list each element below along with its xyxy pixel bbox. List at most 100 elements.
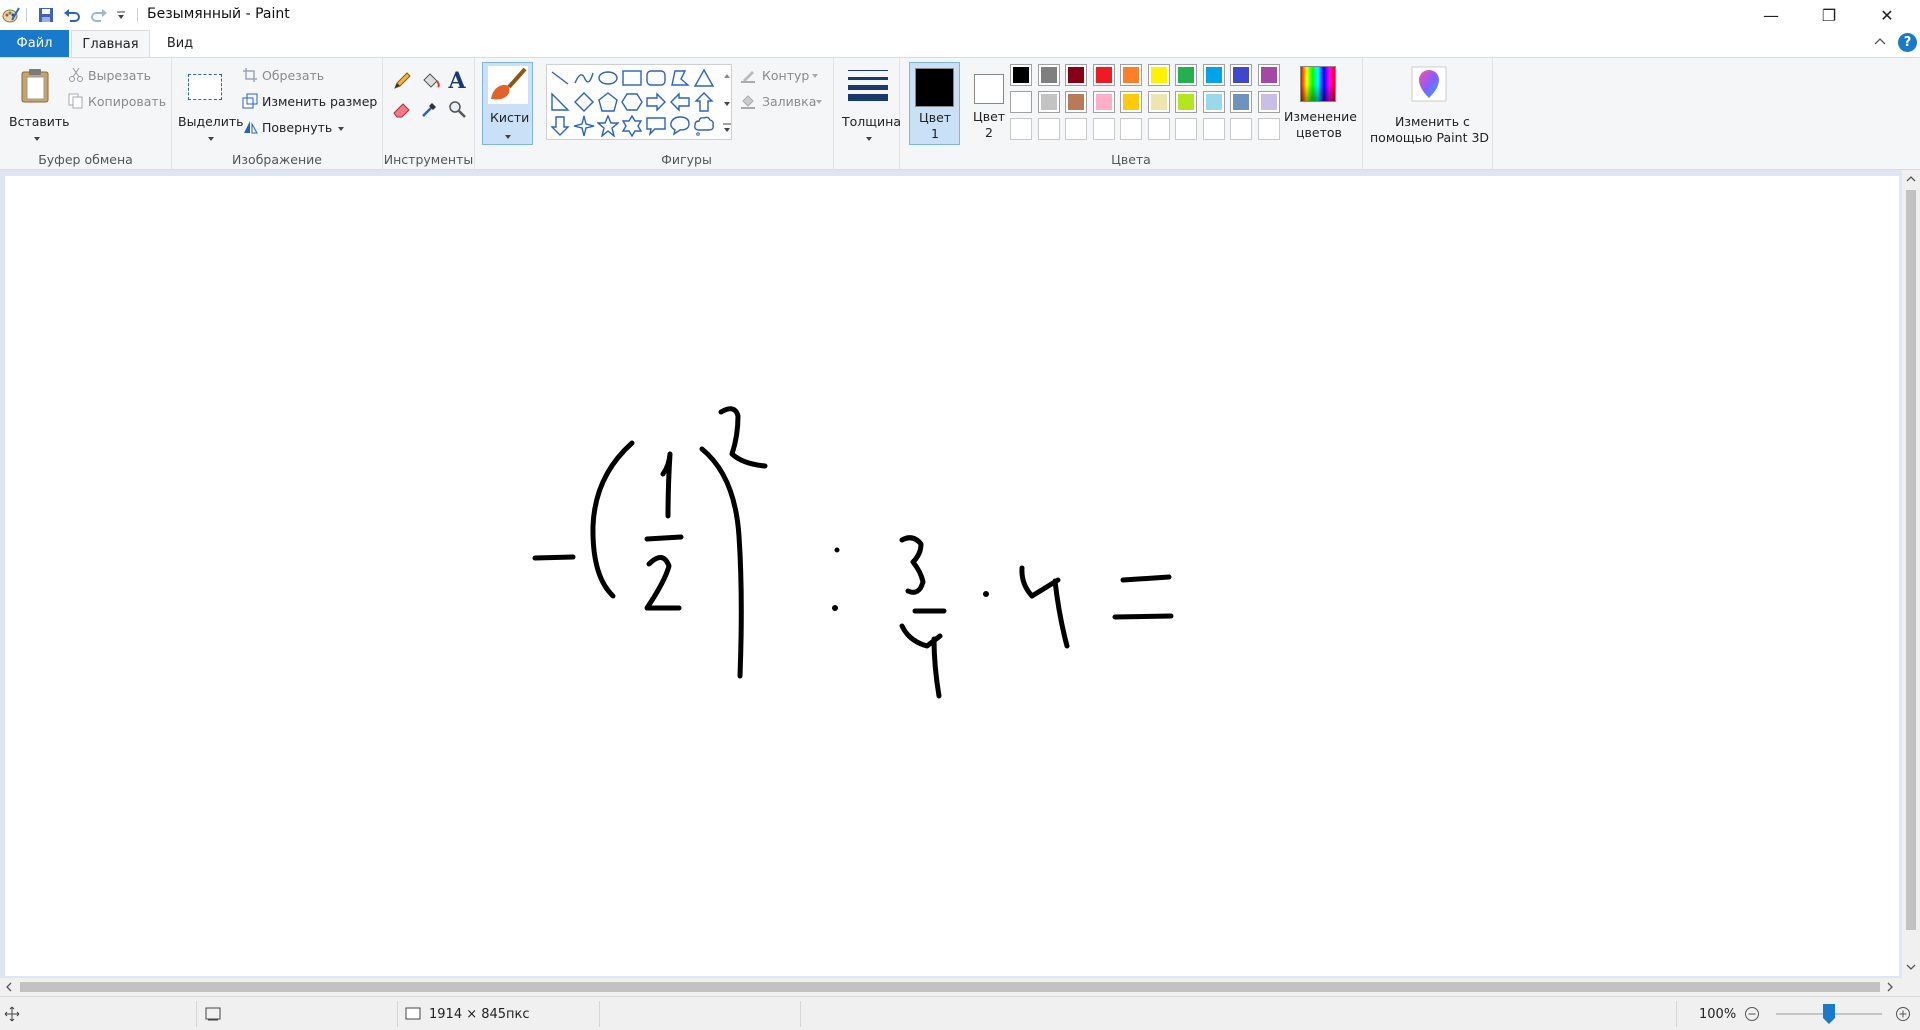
down-arrow-shape[interactable] (549, 115, 571, 137)
zoom-in-icon[interactable] (1895, 1006, 1911, 1022)
brushes-button[interactable]: Кисти (482, 62, 533, 145)
palette-swatch[interactable] (1230, 91, 1252, 113)
drawing-canvas[interactable] (5, 176, 1899, 976)
restore-button[interactable]: ❐ (1800, 0, 1858, 30)
help-icon[interactable]: ? (1898, 33, 1917, 52)
tab-view[interactable]: Вид (160, 30, 200, 57)
color2-button[interactable]: Цвет 2 (964, 62, 1015, 145)
palette-swatch[interactable] (1010, 91, 1032, 113)
scroll-up-icon[interactable] (1906, 174, 1916, 184)
palette-swatch[interactable] (1203, 64, 1225, 86)
right-triangle-shape[interactable] (549, 91, 571, 113)
pentagon-shape[interactable] (597, 91, 619, 113)
rectangle-shape[interactable] (621, 67, 643, 89)
pencil-tool[interactable] (391, 70, 413, 92)
left-arrow-shape[interactable] (669, 91, 691, 113)
select-button[interactable]: Выделить (174, 62, 244, 152)
customize-quick-access-icon[interactable] (116, 5, 126, 25)
palette-swatch[interactable] (1175, 64, 1197, 86)
custom-color-slot[interactable] (1230, 118, 1252, 140)
edit-with-paint3d-button[interactable]: Изменить с помощью Paint 3D (1365, 62, 1491, 152)
palette-swatch[interactable] (1038, 91, 1060, 113)
text-icon: A (448, 68, 466, 94)
edit-colors-button[interactable]: Изменение цветов (1279, 62, 1359, 152)
redo-icon[interactable] (90, 5, 108, 25)
custom-color-slot[interactable] (1093, 118, 1115, 140)
custom-color-slot[interactable] (1148, 118, 1170, 140)
shapes-gallery-scroll[interactable] (720, 64, 734, 140)
custom-color-slot[interactable] (1010, 118, 1032, 140)
custom-color-slot[interactable] (1203, 118, 1225, 140)
zoom-slider-thumb[interactable] (1823, 1004, 1835, 1024)
paste-button[interactable]: Вставить (4, 62, 70, 152)
outline-button[interactable]: Контур (740, 66, 830, 86)
save-icon[interactable] (38, 5, 54, 25)
palette-swatch[interactable] (1258, 64, 1280, 86)
custom-color-slot[interactable] (1175, 118, 1197, 140)
line-shape[interactable] (549, 67, 571, 89)
palette-swatch[interactable] (1120, 64, 1142, 86)
palette-swatch[interactable] (1258, 91, 1280, 113)
palette-swatch[interactable] (1093, 64, 1115, 86)
six-point-star-shape[interactable] (621, 114, 643, 138)
tab-file[interactable]: Файл (0, 30, 69, 57)
minimize-button[interactable]: — (1742, 0, 1800, 30)
rounded-rectangle-shape[interactable] (645, 67, 667, 89)
palette-swatch[interactable] (1175, 91, 1197, 113)
scroll-down-icon[interactable] (1906, 962, 1916, 972)
palette-swatch[interactable] (1120, 91, 1142, 113)
eraser-tool[interactable] (391, 98, 413, 120)
text-tool[interactable]: A (446, 70, 468, 92)
color1-button[interactable]: Цвет 1 (909, 62, 960, 145)
crop-button[interactable]: Обрезать (242, 66, 377, 86)
up-arrow-shape[interactable] (693, 91, 715, 113)
diamond-shape[interactable] (573, 91, 595, 113)
palette-swatch[interactable] (1065, 91, 1087, 113)
fill-tool[interactable] (419, 70, 441, 92)
copy-button[interactable]: Копировать (68, 92, 168, 112)
palette-swatch[interactable] (1230, 64, 1252, 86)
paint-app-icon[interactable] (2, 5, 20, 25)
hexagon-shape[interactable] (621, 91, 643, 113)
palette-swatch[interactable] (1010, 64, 1032, 86)
custom-color-slot[interactable] (1038, 118, 1060, 140)
right-arrow-shape[interactable] (645, 91, 667, 113)
oval-shape[interactable] (597, 67, 619, 89)
cloud-callout-shape[interactable] (693, 115, 715, 137)
magnifier-tool[interactable] (446, 98, 468, 120)
scroll-right-icon[interactable] (1885, 982, 1895, 992)
four-point-star-shape[interactable] (573, 115, 595, 137)
palette-swatch[interactable] (1093, 91, 1115, 113)
oval-callout-shape[interactable] (669, 115, 691, 137)
palette-swatch[interactable] (1148, 64, 1170, 86)
fill-button[interactable]: Заливка (740, 92, 830, 112)
color-picker-tool[interactable] (419, 98, 441, 120)
five-point-star-shape[interactable] (596, 114, 620, 138)
paint3d-label: Изменить с (1395, 114, 1470, 129)
palette-swatch[interactable] (1148, 91, 1170, 113)
vertical-scrollbar[interactable] (1902, 170, 1920, 978)
custom-color-slot[interactable] (1258, 118, 1280, 140)
resize-button[interactable]: Изменить размер (242, 92, 387, 112)
curve-shape[interactable] (573, 67, 595, 89)
zoom-out-icon[interactable] (1744, 1006, 1760, 1022)
palette-swatch[interactable] (1065, 64, 1087, 86)
custom-color-slot[interactable] (1065, 118, 1087, 140)
size-button[interactable]: Толщина (836, 62, 901, 152)
collapse-ribbon-icon[interactable] (1872, 34, 1888, 53)
palette-swatch[interactable] (1038, 64, 1060, 86)
undo-icon[interactable] (63, 5, 81, 25)
custom-color-slot[interactable] (1120, 118, 1142, 140)
triangle-shape[interactable] (693, 67, 715, 89)
tab-home[interactable]: Главная (71, 30, 150, 57)
palette-swatch[interactable] (1203, 91, 1225, 113)
close-button[interactable]: ✕ (1858, 0, 1916, 30)
scroll-left-icon[interactable] (4, 982, 14, 992)
horizontal-scrollbar[interactable] (0, 978, 1902, 996)
horizontal-scroll-thumb[interactable] (20, 982, 1880, 992)
vertical-scroll-thumb[interactable] (1906, 190, 1916, 930)
rotate-button[interactable]: Повернуть (242, 118, 377, 138)
cut-button[interactable]: Вырезать (68, 66, 168, 86)
polygon-shape[interactable] (669, 67, 691, 89)
rectangular-callout-shape[interactable] (645, 115, 667, 137)
